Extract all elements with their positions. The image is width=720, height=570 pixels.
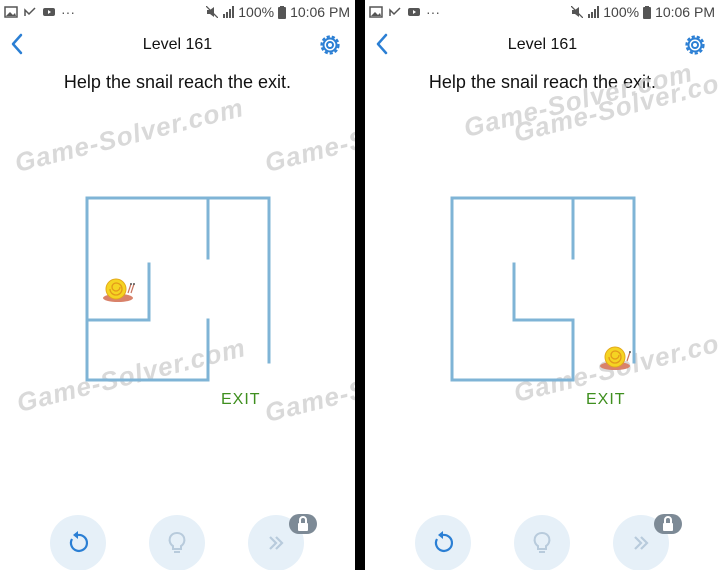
hint-button[interactable] — [149, 515, 205, 570]
hint-bulb-icon — [533, 532, 551, 553]
skip-icon — [269, 536, 284, 550]
lock-badge — [289, 514, 317, 534]
lock-badge — [654, 514, 682, 534]
restart-button[interactable] — [50, 515, 106, 570]
restart-icon — [69, 531, 89, 552]
right-screen: ··· 100% 10:06 PM Level 161 Help the sna… — [365, 0, 720, 570]
left-screen: ··· 100% 10:06 PM Level 161 Help the sna… — [0, 0, 355, 570]
restart-icon — [434, 531, 454, 552]
exit-label: EXIT — [586, 391, 626, 408]
hint-button[interactable] — [514, 515, 570, 570]
snail-icon[interactable] — [103, 278, 135, 302]
lock-icon — [298, 516, 308, 531]
maze — [450, 196, 636, 382]
exit-label: EXIT — [221, 391, 261, 408]
hint-bulb-icon — [168, 532, 186, 553]
skip-icon — [634, 536, 649, 550]
lock-icon — [663, 516, 673, 531]
screenshot-pair: ··· 100% 10:06 PM Level 161 Help the sna… — [0, 0, 720, 570]
snail-icon[interactable] — [600, 346, 631, 370]
maze — [85, 196, 271, 382]
restart-button[interactable] — [415, 515, 471, 570]
